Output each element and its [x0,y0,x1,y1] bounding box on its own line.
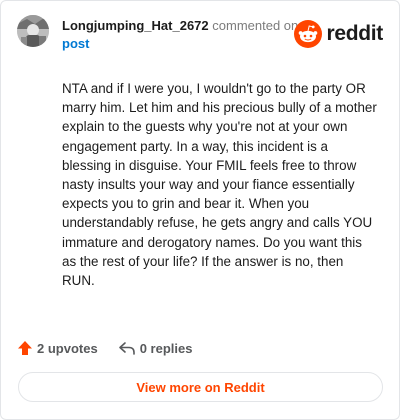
comment-actions: 2 upvotes 0 replies [17,338,192,358]
commented-on-label: commented on [212,18,299,33]
comment-meta: Longjumping_Hat_2672 commented on post [62,17,312,53]
user-avatar[interactable] [17,15,49,47]
comment-card: Longjumping_Hat_2672 commented on post r… [0,0,400,420]
reply-count: 0 replies [139,340,193,356]
reddit-logo[interactable]: reddit [294,19,383,49]
view-more-button[interactable]: View more on Reddit [18,372,383,402]
replies-button[interactable]: 0 replies [118,340,193,356]
comment-header: Longjumping_Hat_2672 commented on post r… [17,15,383,57]
reddit-wordmark: reddit [326,22,383,45]
upvote-button[interactable]: 2 upvotes [17,340,98,356]
upvote-count: 2 upvotes [37,340,98,356]
avatar-image [17,15,49,47]
username-link[interactable]: Longjumping_Hat_2672 [62,18,209,33]
upvote-arrow-icon [18,341,32,355]
reddit-snoo-icon [294,20,323,48]
reply-arrow-icon [118,342,135,355]
post-link[interactable]: post [62,36,89,51]
comment-body: NTA and if I were you, I wouldn't go to … [62,81,377,289]
